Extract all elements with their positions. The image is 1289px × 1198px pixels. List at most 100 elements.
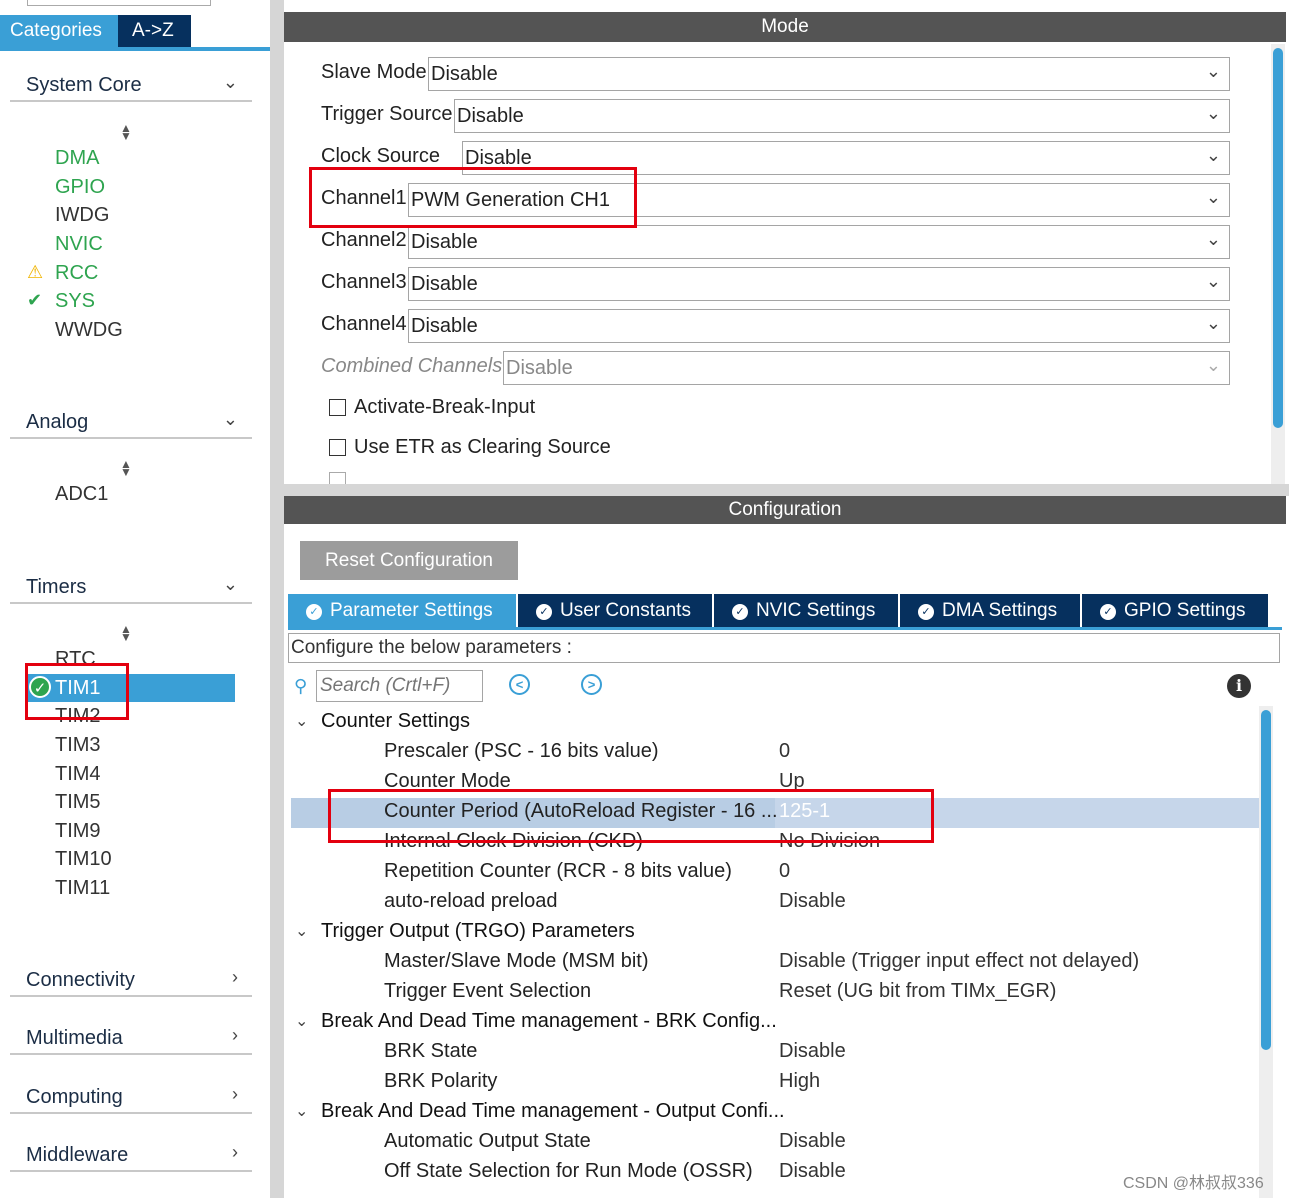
trigger-source-select[interactable]: Disable ⌄: [454, 99, 1230, 133]
group-counter-settings[interactable]: ⌄ Counter Settings: [291, 708, 1263, 738]
sidebar-item-tim5[interactable]: TIM5: [55, 791, 101, 814]
field-label: Channel3: [321, 271, 407, 293]
panel-splitter[interactable]: [270, 0, 284, 1198]
param-value[interactable]: Disable: [779, 1160, 846, 1183]
info-icon[interactable]: i: [1227, 674, 1251, 698]
tab-parameter-settings[interactable]: ✓ Parameter Settings: [288, 594, 516, 627]
param-row[interactable]: Trigger Event Selection Reset (UG bit fr…: [291, 978, 1263, 1008]
sidebar-item-tim11[interactable]: TIM11: [55, 877, 110, 900]
channel1-select[interactable]: PWM Generation CH1 ⌄: [408, 183, 1230, 217]
param-row[interactable]: Automatic Output State Disable: [291, 1128, 1263, 1158]
sidebar-item-iwdg[interactable]: IWDG: [55, 204, 109, 227]
field-label: Clock Source: [321, 145, 440, 167]
sidebar-item-nvic[interactable]: NVIC: [55, 233, 103, 256]
param-value[interactable]: Disable: [779, 890, 846, 913]
param-row[interactable]: Master/Slave Mode (MSM bit) Disable (Tri…: [291, 948, 1263, 978]
sidebar-item-rcc[interactable]: RCC: [55, 262, 98, 285]
sort-icon[interactable]: ▲ ▼: [120, 122, 132, 142]
param-row-selected[interactable]: Counter Period (AutoReload Register - 16…: [291, 798, 1263, 828]
sidebar-item-tim2[interactable]: TIM2: [55, 705, 101, 728]
tab-dma-settings[interactable]: ✓ DMA Settings: [900, 594, 1080, 627]
chevron-down-icon[interactable]: ⌄: [295, 1011, 308, 1031]
group-brk-config[interactable]: ⌄ Break And Dead Time management - BRK C…: [291, 1008, 1263, 1038]
search-input[interactable]: [316, 670, 483, 702]
param-row[interactable]: Counter Mode Up: [291, 768, 1263, 798]
checkbox-box[interactable]: [329, 399, 346, 416]
sidebar-item-adc1[interactable]: ADC1: [55, 483, 108, 506]
param-value[interactable]: No Division: [779, 830, 880, 853]
group-output-config[interactable]: ⌄ Break And Dead Time management - Outpu…: [291, 1098, 1263, 1128]
param-row[interactable]: Off State Selection for Run Mode (OSSR) …: [291, 1158, 1263, 1188]
chevron-right-icon[interactable]: ›: [232, 967, 238, 988]
section-middleware[interactable]: Middleware ›: [10, 1138, 252, 1172]
sidebar-item-rtc[interactable]: RTC: [55, 648, 96, 671]
section-timers[interactable]: Timers ⌄: [10, 570, 252, 604]
section-computing[interactable]: Computing ›: [10, 1080, 252, 1114]
scrollbar-thumb[interactable]: [1273, 48, 1283, 428]
section-system-core[interactable]: System Core ⌄: [10, 68, 252, 102]
reset-configuration-button[interactable]: Reset Configuration: [300, 541, 518, 580]
tab-categories[interactable]: Categories: [0, 15, 118, 47]
param-value[interactable]: Disable (Trigger input effect not delaye…: [779, 950, 1139, 973]
chevron-down-icon[interactable]: ⌄: [223, 72, 238, 93]
param-row[interactable]: BRK State Disable: [291, 1038, 1263, 1068]
checkmark-icon: ✔: [27, 290, 43, 310]
section-analog[interactable]: Analog ⌄: [10, 405, 252, 439]
chevron-down-icon[interactable]: ⌄: [223, 409, 238, 430]
checkbox-box[interactable]: [329, 439, 346, 456]
clock-source-select[interactable]: Disable ⌄: [462, 141, 1230, 175]
chevron-down-icon[interactable]: ⌄: [223, 574, 238, 595]
sidebar-item-tim3[interactable]: TIM3: [55, 734, 101, 757]
sidebar-item-tim9[interactable]: TIM9: [55, 820, 101, 843]
sort-icon[interactable]: ▲ ▼: [120, 623, 132, 643]
chevron-right-icon[interactable]: ›: [232, 1025, 238, 1046]
tab-gpio-settings[interactable]: ✓ GPIO Settings: [1082, 594, 1268, 627]
tab-user-constants[interactable]: ✓ User Constants: [518, 594, 712, 627]
section-connectivity[interactable]: Connectivity ›: [10, 963, 252, 997]
param-row[interactable]: Repetition Counter (RCR - 8 bits value) …: [291, 858, 1263, 888]
param-value[interactable]: Up: [779, 770, 805, 793]
chevron-down-icon[interactable]: ⌄: [295, 1101, 308, 1121]
channel2-select[interactable]: Disable ⌄: [408, 225, 1230, 259]
param-value[interactable]: 125-1: [779, 800, 830, 823]
param-row[interactable]: auto-reload preload Disable: [291, 888, 1263, 918]
group-trigger-output[interactable]: ⌄ Trigger Output (TRGO) Parameters: [291, 918, 1263, 948]
sidebar-item-gpio[interactable]: GPIO: [55, 176, 105, 199]
config-scrollbar[interactable]: [1259, 706, 1273, 1198]
slave-mode-select[interactable]: Disable ⌄: [428, 57, 1230, 91]
param-name: Prescaler (PSC - 16 bits value): [384, 740, 659, 762]
sort-icon[interactable]: ▲ ▼: [120, 458, 132, 478]
sidebar-item-tim10[interactable]: TIM10: [55, 848, 112, 871]
chevron-right-icon[interactable]: ›: [232, 1084, 238, 1105]
param-row[interactable]: Internal Clock Division (CKD) No Divisio…: [291, 828, 1263, 858]
param-value[interactable]: Reset (UG bit from TIMx_EGR): [779, 980, 1056, 1003]
section-multimedia[interactable]: Multimedia ›: [10, 1021, 252, 1055]
chevron-right-icon[interactable]: ›: [232, 1142, 238, 1163]
chevron-down-icon[interactable]: ⌄: [295, 921, 308, 941]
mode-scrollbar[interactable]: [1271, 44, 1285, 484]
next-icon[interactable]: >: [581, 674, 602, 695]
sidebar-item-wwdg[interactable]: WWDG: [55, 319, 123, 342]
param-row[interactable]: BRK Polarity High: [291, 1068, 1263, 1098]
param-value[interactable]: High: [779, 1070, 820, 1093]
sidebar-item-sys[interactable]: SYS: [55, 290, 95, 313]
section-label: System Core: [26, 74, 142, 96]
check-circle-icon: ✓: [306, 604, 322, 620]
param-value[interactable]: 0: [779, 860, 790, 883]
scrollbar-thumb[interactable]: [1261, 710, 1271, 1050]
channel4-select[interactable]: Disable ⌄: [408, 309, 1230, 343]
search-box-stub[interactable]: [27, 0, 211, 6]
chevron-down-icon[interactable]: ⌄: [295, 711, 308, 731]
tab-nvic-settings[interactable]: ✓ NVIC Settings: [714, 594, 898, 627]
param-row[interactable]: Prescaler (PSC - 16 bits value) 0: [291, 738, 1263, 768]
sidebar-item-tim4[interactable]: TIM4: [55, 763, 101, 786]
tab-a-z[interactable]: A->Z: [118, 15, 191, 47]
param-value[interactable]: Disable: [779, 1130, 846, 1153]
channel3-select[interactable]: Disable ⌄: [408, 267, 1230, 301]
param-value[interactable]: Disable: [779, 1040, 846, 1063]
sidebar-item-tim1[interactable]: TIM1: [55, 677, 101, 700]
previous-icon[interactable]: <: [509, 674, 530, 695]
param-value[interactable]: 0: [779, 740, 790, 763]
panel-splitter-horizontal[interactable]: [284, 484, 1289, 496]
sidebar-item-dma[interactable]: DMA: [55, 147, 99, 170]
